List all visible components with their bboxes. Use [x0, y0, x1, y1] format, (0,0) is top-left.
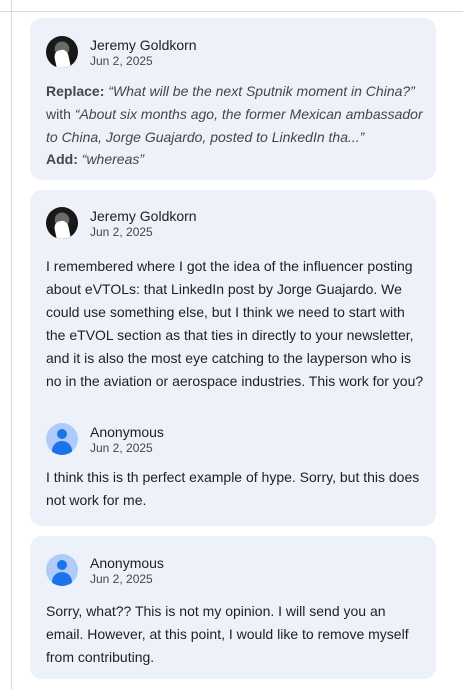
- author-name: Jeremy Goldkorn: [90, 36, 197, 53]
- anonymous-user-icon[interactable]: [46, 554, 78, 586]
- comment-body: Sorry, what?? This is not my opinion. I …: [46, 603, 409, 665]
- comment-thread[interactable]: Jeremy Goldkorn Jun 2, 2025 I remembered…: [30, 190, 436, 526]
- comment-date: Jun 2, 2025: [90, 224, 153, 239]
- comment-card[interactable]: Anonymous Jun 2, 2025 Sorry, what?? This…: [30, 536, 436, 679]
- author-name: Anonymous: [90, 554, 164, 571]
- top-divider: [0, 11, 463, 12]
- comment-date: Jun 2, 2025: [90, 571, 153, 586]
- with-label: with: [46, 106, 71, 122]
- comment-body: I remembered where I got the idea of the…: [46, 258, 424, 389]
- replace-new-text: “About six months ago, the former Mexica…: [46, 106, 423, 145]
- reply-body: I think this is th perfect example of hy…: [46, 469, 420, 508]
- add-value: “whereas”: [81, 151, 145, 167]
- reply-author-name: Anonymous: [90, 423, 164, 440]
- replace-label: Replace:: [46, 83, 105, 99]
- add-text: Add: “whereas”: [46, 148, 426, 171]
- replace-old-text: “What will be the next Sputnik moment in…: [108, 83, 415, 99]
- comment-card-suggestion[interactable]: Jeremy Goldkorn Jun 2, 2025 Replace: “Wh…: [30, 18, 436, 180]
- anonymous-user-icon[interactable]: [46, 423, 78, 455]
- reply-header: Anonymous Jun 2, 2025: [46, 423, 164, 455]
- add-label: Add:: [46, 151, 78, 167]
- author-avatar[interactable]: [46, 36, 78, 68]
- author-name: Jeremy Goldkorn: [90, 207, 197, 224]
- author-avatar[interactable]: [46, 207, 78, 239]
- reply-date: Jun 2, 2025: [90, 440, 153, 455]
- left-divider: [11, 0, 12, 690]
- comment-date: Jun 2, 2025: [90, 53, 153, 68]
- suggestion-text: Replace: “What will be the next Sputnik …: [46, 80, 426, 149]
